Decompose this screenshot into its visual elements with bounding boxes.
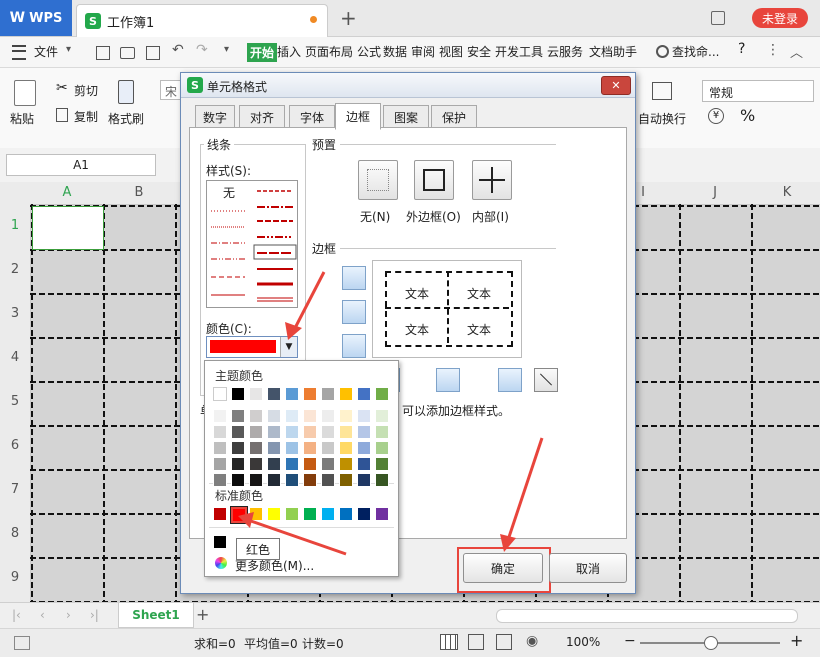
arrow-head-color-dropdown [285, 322, 302, 340]
arrow-head-ok-button [500, 534, 516, 552]
annotation-arrows [238, 271, 544, 556]
arrow-to-color-dropdown [292, 271, 326, 331]
arrow-to-ok-button [506, 437, 544, 541]
arrow-head-red-swatch [238, 512, 254, 528]
arrow-to-red-swatch [247, 518, 347, 556]
